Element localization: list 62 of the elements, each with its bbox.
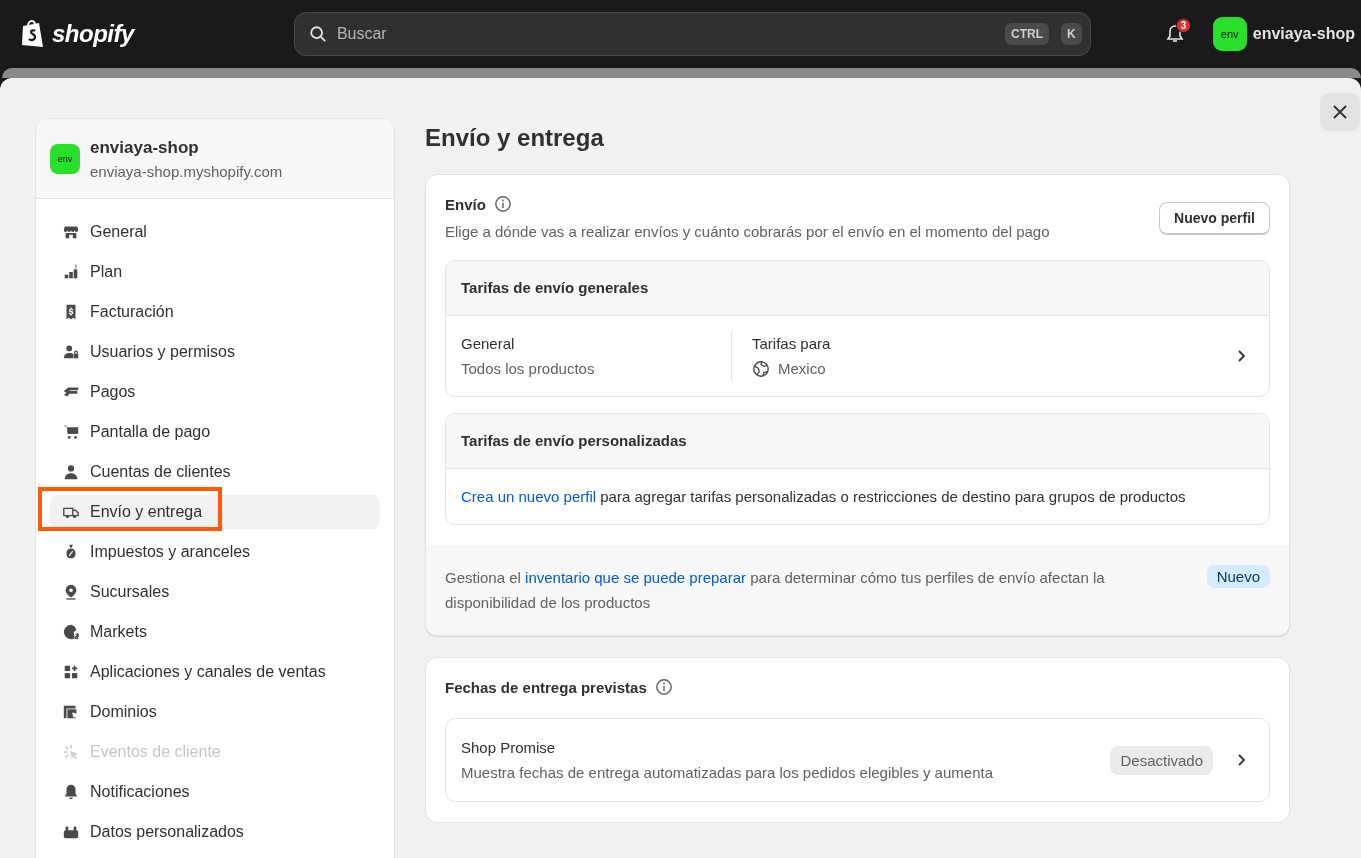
close-button[interactable] <box>1320 93 1360 131</box>
option-description: Muestra fechas de entrega automatizadas para los pedidos elegibles y aumenta <box>461 763 994 783</box>
settings-nav-item[interactable]: Impuestos y aranceles <box>50 535 380 569</box>
panel-heading: Tarifas de envío generales <box>446 261 1269 316</box>
settings-nav-item[interactable]: Usuarios y permisos <box>50 335 380 369</box>
close-icon <box>1333 105 1347 119</box>
settings-nav-item[interactable]: Datos personalizados <box>50 815 380 849</box>
search-field[interactable]: Buscar CTRL K <box>293 12 1091 56</box>
profile-name: General <box>461 334 516 354</box>
settings-nav-item[interactable]: Envío y entrega <box>50 495 380 529</box>
notification-count-badge: 3 <box>1175 18 1192 33</box>
search-icon <box>308 25 327 43</box>
panel-heading: Tarifas de envío personalizadas <box>446 414 1269 469</box>
section-title: Envío <box>445 195 486 213</box>
settings-nav-item[interactable]: Pagos <box>50 375 380 409</box>
logo-wordmark[interactable]: shopify <box>52 20 134 48</box>
settings-nav-item[interactable]: Notificaciones <box>50 775 380 809</box>
create-profile-link[interactable]: Crea un nuevo perfil <box>461 488 597 505</box>
status-badge: Desactivado <box>1110 745 1213 775</box>
settings-nav-item[interactable]: Aplicaciones y canales de ventas <box>50 655 380 689</box>
settings-nav-item[interactable]: Facturación <box>50 295 380 329</box>
store-name[interactable]: enviaya-shop <box>1252 25 1355 43</box>
keyboard-shortcut-key: K <box>1061 23 1082 45</box>
nav-item-icon <box>62 663 80 681</box>
nav-item-icon <box>62 703 80 721</box>
page-title: Envío y entrega <box>425 124 605 152</box>
settings-nav-item[interactable]: General <box>50 215 380 249</box>
keyboard-shortcut-key: CTRL <box>1005 23 1050 45</box>
store-domain: enviaya-shop.myshopify.com <box>90 162 283 180</box>
settings-nav-item[interactable]: Pantalla de pago <box>50 415 380 449</box>
nav-item-icon <box>62 463 80 481</box>
nav-item-icon <box>62 423 80 441</box>
globe-icon <box>752 359 770 378</box>
new-profile-button[interactable]: Nuevo perfil <box>1159 202 1270 235</box>
delivery-option-row[interactable]: Shop Promise Muestra fechas de entrega automatizadas para los pedidos elegibles y aumenta Desactivado <box>445 718 1270 802</box>
general-profile-row[interactable]: General Todos los productos Tarifas para Mexico <box>446 316 1269 396</box>
nav-item-icon <box>62 343 80 361</box>
info-icon <box>654 678 673 696</box>
settings-nav-item[interactable]: Markets <box>50 615 380 649</box>
section-title: Fechas de entrega previstas <box>445 678 647 696</box>
settings-nav-item[interactable]: Sucursales <box>50 575 380 609</box>
rates-label: Tarifas para <box>752 334 832 354</box>
store-avatar: env <box>50 143 80 174</box>
section-description: Elige a dónde vas a realizar envíos y cuánto cobrarás por el envío en el momento del pago <box>445 222 1050 242</box>
option-title: Shop Promise <box>461 738 557 758</box>
nav-item-icon <box>62 743 80 761</box>
store-name: enviaya-shop <box>90 137 200 158</box>
region-name: Mexico <box>778 359 826 379</box>
custom-rates-text: Crea un nuevo perfil para agregar tarifas personalizadas o restricciones de destino para grupos de productos <box>460 487 1187 507</box>
new-badge: Nuevo <box>1206 565 1270 588</box>
settings-nav-item[interactable]: Dominios <box>50 695 380 729</box>
search-input[interactable]: Buscar <box>334 24 994 44</box>
store-avatar[interactable]: env <box>1212 17 1247 51</box>
inventory-notice-text: Gestiona el inventario que se puede preparar para determinar cómo tus perfiles de envío afectan la disponibilidad de los productos <box>445 568 1106 613</box>
info-icon <box>493 195 512 213</box>
settings-nav-item[interactable]: Plan <box>50 255 380 289</box>
shopping-bag-logo-icon[interactable] <box>20 19 46 49</box>
inventory-link[interactable]: inventario que se puede preparar <box>525 569 747 586</box>
nav-item-icon <box>62 623 80 641</box>
settings-nav-item[interactable]: Cuentas de clientes <box>50 455 380 489</box>
nav-item-icon <box>62 783 80 801</box>
profile-products: Todos los productos <box>461 359 596 379</box>
